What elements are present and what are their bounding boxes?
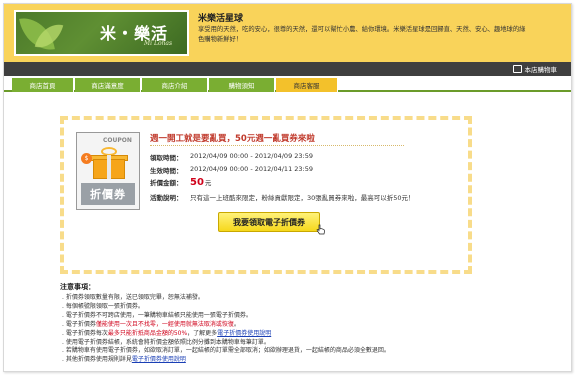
list-item: . 其他折價券使用規則詳見電子折價券使用說明	[62, 356, 390, 365]
note-text: ，了解更多	[187, 329, 218, 337]
list-item: . 電子折價券僅能使用一次且不找零，一經使用就無法取消或恢復。	[62, 321, 390, 330]
note-text: 。	[233, 320, 240, 328]
logo-sub-text: Mi Lohas	[144, 40, 173, 47]
note-text: . 電子折價券	[62, 320, 96, 328]
coupon-rules-link[interactable]: 電子折價券使用說明	[217, 330, 271, 337]
tab-customer-service[interactable]: 商店客服	[276, 78, 338, 92]
note-highlight: 僅能使用一次且不找零，一經使用就無法取消或恢復	[95, 320, 234, 328]
claim-period-value: 2012/04/09 00:00 - 2012/04/09 23:59	[190, 152, 314, 160]
amount-label: 折價金額：	[150, 179, 183, 187]
valid-period-value: 2012/04/09 00:00 - 2012/04/11 23:59	[190, 165, 314, 173]
notes-title: 注意事項：	[60, 283, 95, 291]
description-value: 只有這一上班酷來限定，粉絲貢獻限定，30張亂買券來啦，最高可以折50元！	[190, 194, 415, 202]
amount-row: 折價金額： 50 元	[150, 177, 211, 188]
list-item: . 若購物車有使用電子折價券，如欲取消訂單，一起結帳的訂單需全部取消；如欲辦理退…	[62, 347, 390, 356]
amount-unit: 元	[204, 179, 212, 187]
notes-list: . 折價券領取數量有限，送已領取完畢，恕無法補發。 . 每個帳號限領取一張折價券…	[62, 294, 390, 365]
hand-cursor-icon	[316, 224, 325, 235]
gift-box-icon: $	[81, 147, 131, 181]
claim-coupon-button[interactable]: 我要領取電子折價券	[218, 212, 320, 232]
cart-icon	[512, 65, 522, 73]
store-cart-link[interactable]: 本店購物車	[512, 64, 558, 74]
note-text: . 折價券領取數量有限，送已領取完畢，恕無法補發。	[62, 294, 204, 301]
divider	[150, 145, 404, 146]
claim-period-row: 領取時間： 2012/04/09 00:00 - 2012/04/09 23:5…	[150, 152, 313, 162]
valid-period-label: 生效時間：	[150, 167, 183, 175]
coupon-image-label: COUPON	[103, 137, 132, 144]
coupon-image: COUPON $ 折價券	[76, 132, 140, 210]
coupon-title: 週一開工就是要亂買，50元週一亂買券來啦	[150, 134, 315, 144]
coupon-image-banner: 折價券	[81, 183, 135, 205]
list-item: . 電子折價券不可跨店使用，一筆購物車結帳只能使用一張電子折價券。	[62, 312, 390, 321]
note-text: . 若購物車有使用電子折價券，如欲取消訂單，一起結帳的訂單需全部取消；如欲辦理退…	[62, 347, 390, 355]
description-label: 活動說明：	[150, 194, 183, 202]
note-text: . 其他折價券使用規則詳見	[62, 356, 132, 364]
claim-period-label: 領取時間：	[150, 154, 183, 162]
note-text: . 使用電子折價券結帳，系統會將折價金額依照比例分攤到本購物車每筆訂單。	[62, 338, 270, 346]
valid-period-row: 生效時間： 2012/04/09 00:00 - 2012/04/11 23:5…	[150, 165, 313, 175]
list-item: . 折價券領取數量有限，送已領取完畢，恕無法補發。	[62, 294, 390, 303]
list-item: . 每個帳號限領取一張折價券。	[62, 303, 390, 312]
description-row: 活動說明： 只有這一上班酷來限定，粉絲貢獻限定，30張亂買券來啦，最高可以折50…	[150, 192, 415, 202]
tab-about[interactable]: 商店介紹	[142, 78, 208, 92]
tab-home[interactable]: 商店首頁	[12, 78, 74, 92]
amount-value: 50	[190, 177, 204, 188]
store-header: 米‧樂活 Mi Lohas 米樂活星球 享受用的天然，吃的安心，很尊的天然，還可…	[4, 4, 571, 62]
store-logo[interactable]: 米‧樂活 Mi Lohas	[14, 10, 189, 56]
note-highlight: 最多只能折抵商品金額的50%	[107, 329, 188, 337]
tab-shopping-info[interactable]: 購物須知	[209, 78, 275, 92]
coupon-card: COUPON $ 折價券 週一開工就是要亂買，50元週一亂買券來啦 領取時間： …	[60, 116, 472, 274]
tab-satisfaction[interactable]: 商店滿意度	[75, 78, 141, 92]
store-nav: 商店首頁 商店滿意度 商店介紹 購物須知 商店客服	[4, 76, 571, 92]
list-item: . 電子折價券每次最多只能折抵商品金額的50%，了解更多電子折價券使用說明	[62, 330, 390, 339]
store-title: 米樂活星球	[198, 14, 244, 24]
price-tag-icon: $	[81, 153, 92, 164]
utility-bar: 本店購物車	[4, 62, 571, 76]
note-text: . 電子折價券每次	[62, 329, 108, 337]
note-text: . 電子折價券不可跨店使用，一筆購物車結帳只能使用一張電子折價券。	[62, 311, 252, 319]
store-description: 享受用的天然，吃的安心，很尊的天然，還可以幫忙小農、給你環境。米樂活星球是回歸直…	[198, 26, 526, 43]
page-frame: 米‧樂活 Mi Lohas 米樂活星球 享受用的天然，吃的安心，很尊的天然，還可…	[3, 3, 572, 372]
note-text: . 每個帳號限領取一張折價券。	[62, 302, 144, 310]
coupon-rules-link[interactable]: 電子折價券使用說明	[132, 356, 186, 363]
cart-link-label: 本店購物車	[524, 66, 558, 74]
